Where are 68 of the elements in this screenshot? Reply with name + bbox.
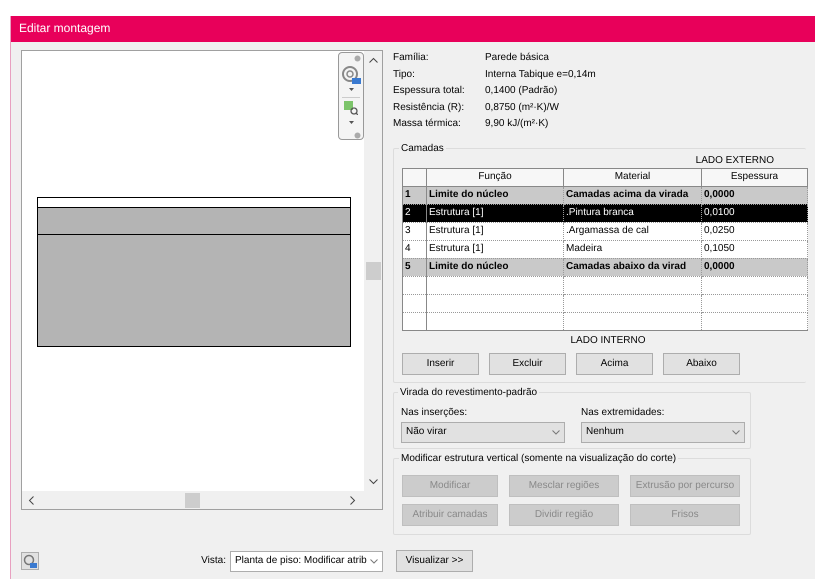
table-cell: 2 <box>402 204 426 222</box>
table-cell: .Argamassa de cal <box>564 222 702 240</box>
layer-action-button[interactable]: Acima <box>576 352 653 374</box>
scroll-thumb[interactable] <box>184 492 200 508</box>
table-cell: 0,0000 <box>702 258 808 276</box>
column-header: Material <box>564 168 702 186</box>
scroll-right-icon[interactable] <box>350 496 356 504</box>
caret-icon[interactable] <box>348 88 354 91</box>
table-cell: Limite do núcleo <box>426 258 564 276</box>
property-value: 9,90 kJ/(m²·K) <box>485 118 548 130</box>
table-cell: 5 <box>402 258 426 276</box>
table-cell: 1 <box>402 186 426 204</box>
exterior-side-label: LADO EXTERNO <box>696 154 774 166</box>
layer-row[interactable]: 2 Estrutura [1] .Pintura branca 0,0100 <box>402 204 808 222</box>
property-value: 0,8750 (m²·K)/W <box>485 102 559 114</box>
scroll-down-icon[interactable] <box>368 479 378 485</box>
table-cell: 0,0250 <box>702 222 808 240</box>
property-label: Massa térmica: <box>393 118 462 130</box>
table-cell: Estrutura [1] <box>426 222 564 240</box>
property-label: Espessura total: <box>393 85 466 98</box>
chevron-down-icon <box>732 430 740 435</box>
window-title: Editar montagem <box>11 16 815 42</box>
property-value: Interna Tabique e=0,14m <box>485 68 596 81</box>
group-title: Camadas <box>400 142 445 154</box>
interior-side-label: LADO INTERNO <box>570 334 646 346</box>
view-dropdown[interactable]: Planta de piso: Modificar atrib <box>230 550 383 572</box>
property-value: 0,1400 (Padrão) <box>485 85 558 98</box>
view-label: Vista: <box>201 555 226 567</box>
property-label: Resistência (R): <box>393 102 466 114</box>
property-value: Parede básica <box>485 52 549 64</box>
table-cell: 0,0000 <box>702 186 808 204</box>
layer-action-button[interactable]: Inserir <box>402 352 479 374</box>
property-label: Família: <box>393 52 430 64</box>
zoom-region-icon[interactable] <box>344 101 358 115</box>
view-2d-button[interactable] <box>21 552 39 570</box>
dropdown-value: Nenhum <box>586 426 624 438</box>
caret-icon[interactable] <box>348 121 354 124</box>
column-header: Espessura <box>702 168 808 186</box>
table-cell: 3 <box>402 222 426 240</box>
property-label: Tipo: <box>393 68 416 81</box>
layer-row[interactable]: 5 Limite do núcleo Camadas abaixo da virad 0,0000 <box>402 258 808 276</box>
steering-wheel-icon[interactable] <box>341 65 361 85</box>
steering-wheel-icon <box>23 554 37 568</box>
layer-row[interactable]: 1 Limite do núcleo Camadas acima da virada 0,0000 <box>402 186 808 204</box>
table-cell: 0,0100 <box>702 204 808 222</box>
column-header: Função <box>426 168 564 186</box>
table-cell: Limite do núcleo <box>426 186 564 204</box>
layer-action-button[interactable]: Abaixo <box>663 352 740 374</box>
group-title: Modificar estrutura vertical (somente na visualização do corte) <box>400 452 678 464</box>
scroll-left-icon[interactable] <box>28 496 34 504</box>
group-title: Virada do revestimento-padrão <box>399 386 538 398</box>
dropdown-value: Não virar <box>406 426 447 438</box>
chevron-down-icon <box>370 558 378 564</box>
table-cell: Estrutura [1] <box>426 204 564 222</box>
field-label: Nas inserções: <box>401 406 468 418</box>
chevron-down-icon <box>552 430 560 435</box>
scroll-up-icon[interactable] <box>368 57 378 63</box>
dropdown-value: Planta de piso: Modificar atrib <box>235 555 367 567</box>
table-cell: Camadas acima da virada <box>564 186 702 204</box>
layer-row[interactable]: 3 Estrutura [1] .Argamassa de cal 0,0250 <box>402 222 808 240</box>
table-cell: Camadas abaixo da virad <box>564 258 702 276</box>
preview-toggle-button[interactable]: Visualizar >> <box>396 550 473 572</box>
dropdown-field[interactable]: Não virar <box>401 422 565 442</box>
layer-action-button[interactable]: Excluir <box>489 352 566 374</box>
scroll-thumb[interactable] <box>366 262 380 280</box>
field-label: Nas extremidades: <box>581 406 666 418</box>
dropdown-field[interactable]: Nenhum <box>581 422 745 442</box>
table-cell: .Pintura branca <box>564 204 702 222</box>
